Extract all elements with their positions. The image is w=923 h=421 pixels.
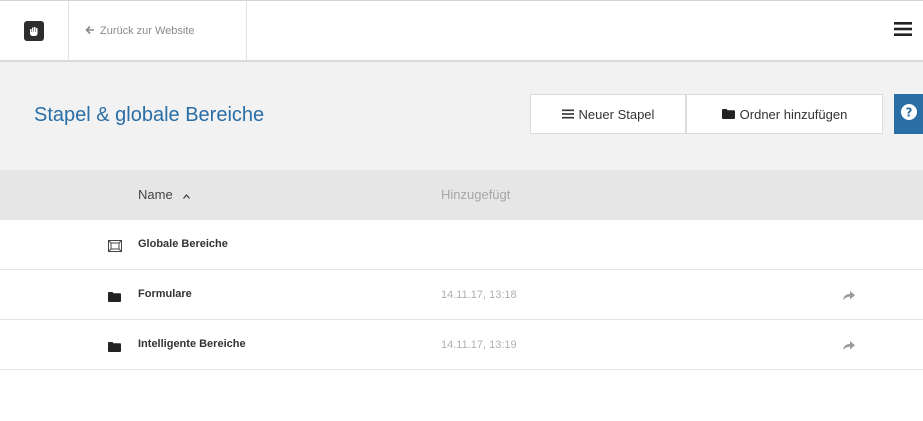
table-row[interactable]: Globale Bereiche [0,220,923,270]
new-stack-button[interactable]: Neuer Stapel [530,94,686,134]
help-icon: ? [900,103,918,126]
folder-icon [108,339,122,352]
share-icon[interactable] [842,338,856,350]
concrete-hand-logo-icon [24,21,44,41]
sort-ascending-icon [182,187,190,202]
row-date: 14.11.17, 13:19 [441,339,517,351]
add-folder-button[interactable]: Ordner hinzufügen [686,94,883,134]
table-row[interactable]: Formulare 14.11.17, 13:18 [0,270,923,320]
arrow-left-icon [85,25,95,38]
logo-button[interactable] [0,1,69,61]
list-icon [561,107,574,122]
table-row[interactable]: Intelligente Bereiche 14.11.17, 13:19 [0,320,923,370]
back-to-website-link[interactable]: Zurück zur Website [69,1,247,61]
help-button[interactable]: ? [894,94,923,134]
column-header-added[interactable]: Hinzugefügt [441,187,510,202]
row-name[interactable]: Formulare [138,288,192,300]
folder-icon [108,289,122,302]
share-icon[interactable] [842,288,856,300]
column-header-name-label: Name [138,187,173,202]
add-folder-label: Ordner hinzufügen [739,106,848,122]
table-header: Name Hinzugefügt [0,170,923,220]
svg-text:?: ? [905,105,912,119]
folder-icon [721,107,735,122]
hamburger-icon [894,21,912,42]
top-toolbar: Zurück zur Website [0,0,923,62]
back-to-website-label: Zurück zur Website [100,25,195,37]
new-stack-label: Neuer Stapel [578,106,655,122]
row-date: 14.11.17, 13:18 [441,289,517,301]
row-name[interactable]: Intelligente Bereiche [138,338,246,350]
global-areas-icon [108,239,122,252]
column-header-name[interactable]: Name [138,187,190,202]
menu-button[interactable] [883,1,923,61]
row-name[interactable]: Globale Bereiche [138,238,228,250]
page-header: Stapel & globale Bereiche Neuer Stapel O… [0,62,923,170]
page-title: Stapel & globale Bereiche [34,104,265,126]
